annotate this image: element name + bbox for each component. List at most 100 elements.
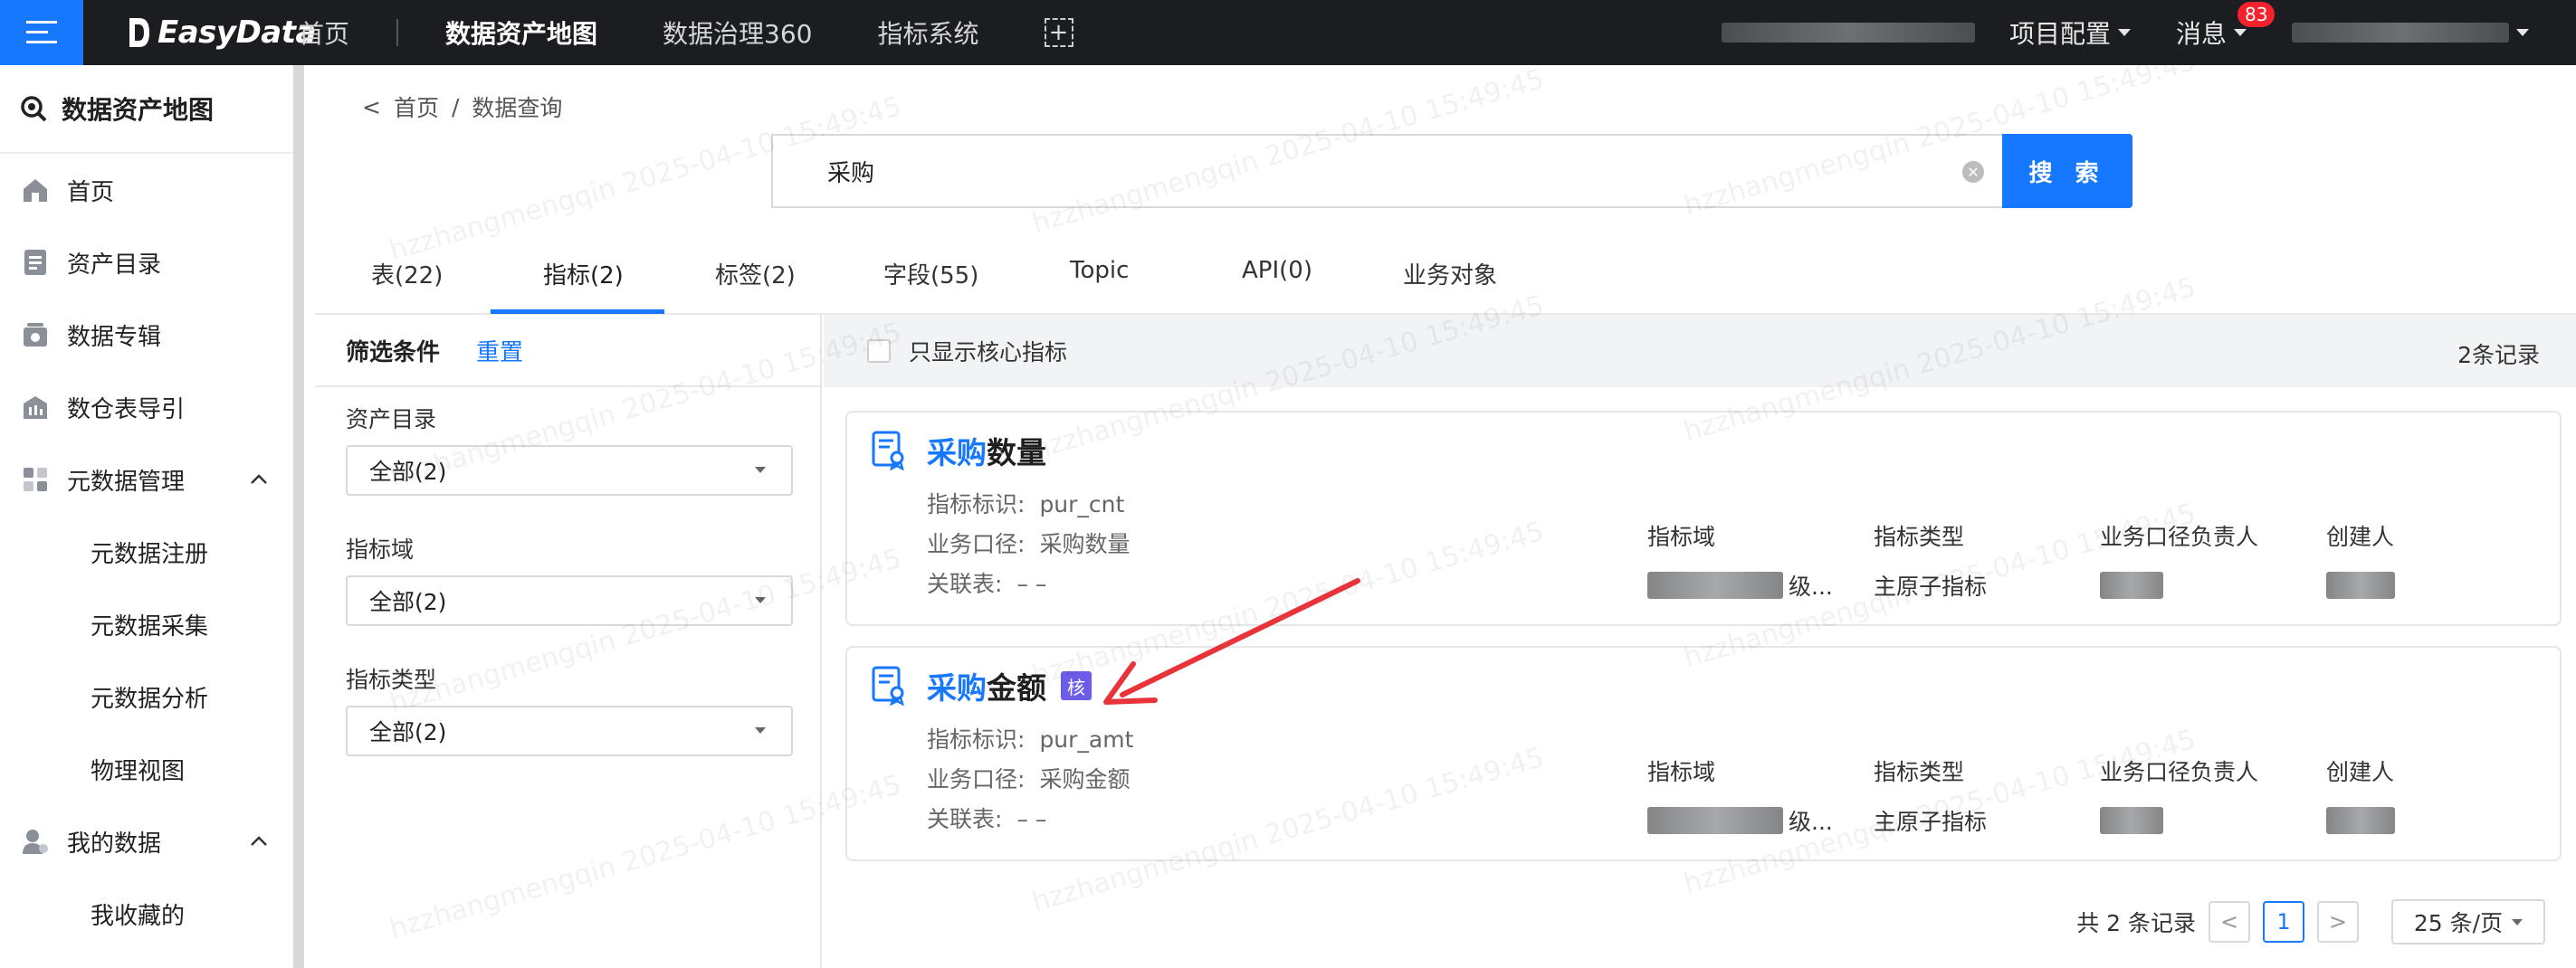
type-select[interactable]: 全部(2)	[346, 706, 793, 756]
user-icon	[20, 826, 51, 857]
page-size-select[interactable]: 25 条/页	[2391, 899, 2545, 944]
clear-icon[interactable]: ✕	[1962, 161, 1984, 183]
nav-governance-360[interactable]: 数据治理360	[663, 14, 812, 51]
tab-fields[interactable]: 字段(55)	[883, 257, 978, 290]
domain-label: 指标域	[346, 536, 415, 563]
app-logo[interactable]: EasyData	[127, 11, 316, 54]
search-input[interactable]: 采购 ✕	[771, 134, 2002, 208]
metric-biz-value: 采购数量	[1039, 531, 1131, 557]
catalog-label: 资产目录	[346, 406, 437, 432]
sidebar-title: 数据资产地图	[0, 65, 293, 154]
sidebar-group-label: 元数据管理	[67, 468, 186, 496]
metric-type-value: 主原子指标	[1874, 574, 1988, 600]
sidebar-item-meta-collect[interactable]: 元数据采集	[0, 588, 293, 660]
col-header: 指标域	[1647, 524, 1716, 550]
user-menu[interactable]	[2292, 23, 2529, 43]
sidebar-group-metadata[interactable]: 元数据管理	[0, 443, 293, 516]
catalog-select[interactable]: 全部(2)	[346, 445, 793, 496]
col-value: 级...	[1647, 807, 1833, 835]
metric-title-rest: 金额	[987, 670, 1046, 706]
pagination-total: 共 2 条记录	[2076, 910, 2196, 936]
metric-type-col: 指标类型 主原子指标	[1874, 519, 1988, 600]
tab-tables[interactable]: 表(22)	[371, 257, 443, 290]
metric-id-value: pur_amt	[1039, 726, 1134, 753]
sidebar-item-my-favorites[interactable]: 我收藏的	[0, 878, 293, 950]
breadcrumb-home[interactable]: 首页	[394, 90, 439, 123]
sidebar-item-asset-catalog[interactable]: 资产目录	[0, 226, 293, 299]
metric-title-rest: 数量	[987, 435, 1046, 470]
metric-biz-value: 采购金额	[1039, 766, 1131, 792]
tab-api[interactable]: API(0)	[1242, 257, 1312, 284]
metric-id-label: 指标标识:	[927, 726, 1026, 753]
filter-header: 筛选条件 重置	[315, 315, 820, 387]
next-page-button[interactable]: >	[2317, 901, 2359, 943]
sidebar-group-my-data[interactable]: 我的数据	[0, 805, 293, 878]
col-header: 指标域	[1647, 759, 1716, 785]
sidebar-item-label: 首页	[67, 178, 115, 206]
metric-title[interactable]: 采购数量	[927, 429, 1046, 472]
add-tab-icon[interactable]: +	[1044, 18, 1073, 47]
sidebar-item-meta-register[interactable]: 元数据注册	[0, 516, 293, 588]
metric-doc-icon	[872, 431, 904, 470]
active-tab-indicator	[491, 309, 664, 314]
document-icon	[20, 247, 51, 278]
main-content: < 首页 / 数据查询 采购 ✕ 搜 索 表(22) 指标(2) 标签(2) 字…	[315, 65, 2576, 968]
core-only-label: 只显示核心指标	[909, 339, 1068, 365]
nav-divider	[396, 19, 399, 46]
sidebar-item-meta-analysis[interactable]: 元数据分析	[0, 660, 293, 733]
col-header: 业务口径负责人	[2100, 759, 2259, 785]
tab-business-object[interactable]: 业务对象	[1403, 257, 1497, 290]
col-header: 指标类型	[1874, 759, 1965, 785]
nav-metric-system[interactable]: 指标系统	[877, 14, 978, 51]
blurred-value	[2326, 807, 2395, 834]
breadcrumb-current: 数据查询	[472, 95, 563, 121]
chevron-down-icon	[2516, 29, 2529, 36]
tab-topic[interactable]: Topic	[1070, 257, 1129, 284]
chevron-up-icon	[251, 836, 267, 846]
pagination: 共 2 条记录 < 1 > 25 条/页	[2076, 899, 2545, 944]
nav-home[interactable]: 首页	[299, 14, 349, 51]
metric-title[interactable]: 采购金额 核	[927, 664, 1092, 707]
messages-dropdown[interactable]: 消息 83	[2176, 2, 2275, 51]
blurred-top-info	[1721, 23, 1975, 43]
metric-doc-icon	[872, 666, 904, 706]
page-size-value: 25 条/页	[2413, 910, 2504, 936]
back-icon[interactable]: <	[362, 94, 381, 120]
sidebar-title-text: 数据资产地图	[62, 95, 215, 125]
metric-creator-col: 创建人	[2326, 754, 2395, 834]
tab-tags[interactable]: 标签(2)	[715, 257, 796, 290]
blurred-value	[2326, 572, 2395, 599]
sidebar-item-physical-view[interactable]: 物理视图	[0, 733, 293, 805]
project-config-label: 项目配置	[2008, 19, 2111, 49]
results-header: 只显示核心指标 2条记录	[824, 315, 2576, 387]
type-select-value: 全部(2)	[369, 719, 447, 745]
domain-select[interactable]: 全部(2)	[346, 575, 793, 626]
sidebar-item-home[interactable]: 首页	[0, 154, 293, 226]
nav-data-asset-map[interactable]: 数据资产地图	[445, 14, 597, 51]
col-value	[2100, 807, 2258, 834]
result-tabs: 表(22) 指标(2) 标签(2) 字段(55) Topic API(0) 业务…	[315, 246, 2576, 315]
chevron-down-icon	[2117, 29, 2131, 36]
prev-page-button[interactable]: <	[2209, 901, 2250, 943]
project-config-dropdown[interactable]: 项目配置	[2009, 14, 2131, 51]
page-1-button[interactable]: 1	[2263, 901, 2304, 943]
metric-rel-row: 关联表: – –	[927, 802, 1046, 834]
caret-down-icon	[755, 597, 766, 603]
metric-biz-label: 业务口径:	[927, 766, 1026, 792]
tab-metrics[interactable]: 指标(2)	[543, 257, 624, 290]
col-header: 业务口径负责人	[2100, 524, 2259, 550]
metric-domain-value: 级...	[1789, 809, 1833, 835]
hamburger-icon	[26, 21, 57, 43]
metric-rel-label: 关联表:	[927, 806, 1003, 832]
sidebar-item-data-album[interactable]: 数据专辑	[0, 299, 293, 371]
search-button[interactable]: 搜 索	[2002, 134, 2132, 208]
caret-down-icon	[755, 727, 766, 734]
top-nav: 首页 数据资产地图 数据治理360 指标系统 +	[299, 0, 1073, 65]
catalog-select-value: 全部(2)	[369, 459, 447, 485]
core-only-checkbox[interactable]	[867, 339, 891, 363]
col-header: 创建人	[2326, 524, 2395, 550]
menu-toggle-button[interactable]	[0, 0, 83, 65]
metric-biz-row: 业务口径: 采购数量	[927, 527, 1130, 559]
sidebar-item-warehouse-guide[interactable]: 数仓表导引	[0, 371, 293, 443]
reset-link[interactable]: 重置	[476, 334, 523, 367]
